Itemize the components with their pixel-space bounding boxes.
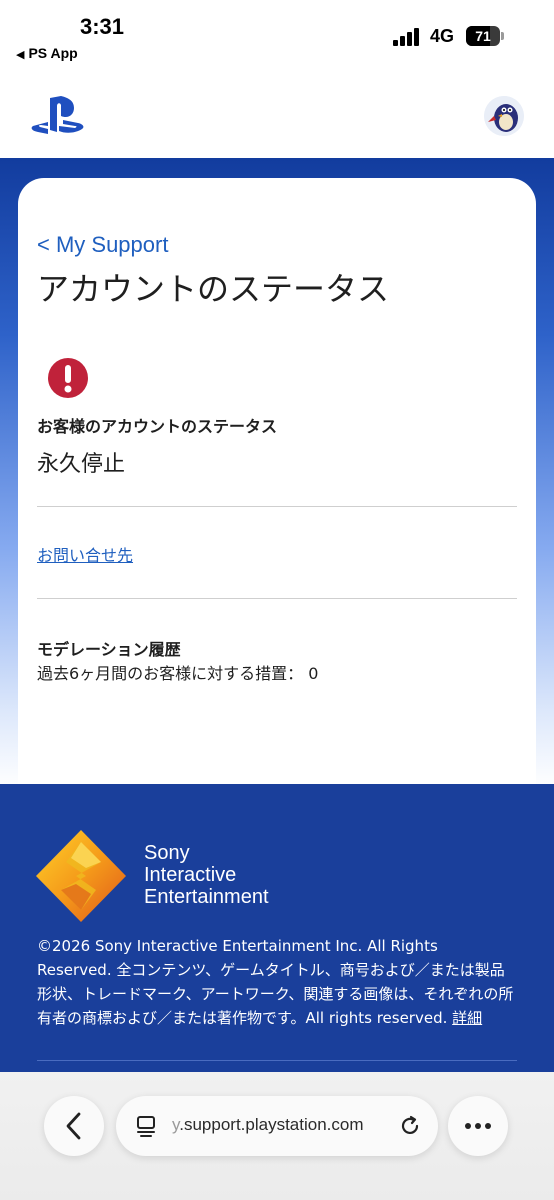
sie-line-3: Entertainment	[144, 886, 269, 908]
divider	[37, 598, 517, 599]
account-status-label: お客様のアカウントのステータス	[37, 417, 278, 436]
details-link[interactable]: 詳細	[452, 1009, 482, 1027]
url-host: .support.playstation.com	[179, 1115, 364, 1134]
moderation-history-title: モデレーション履歴	[37, 640, 181, 659]
site-footer: Sony Interactive Entertainment ©2026 Son…	[0, 784, 554, 1080]
battery-icon: 71	[466, 26, 500, 46]
breadcrumb-my-support[interactable]: < My Support	[37, 232, 168, 258]
sie-line-1: Sony	[144, 842, 190, 864]
sie-line-2: Interactive	[144, 864, 237, 886]
url-display: y.support.playstation.com	[172, 1115, 364, 1135]
battery-cap	[501, 32, 504, 40]
site-header	[0, 74, 554, 158]
back-app-label: PS App	[28, 45, 78, 61]
status-bar: 3:31 ◀ PS App 4G 71	[0, 0, 554, 74]
back-triangle-icon: ◀	[16, 49, 25, 61]
page-title: アカウントのステータス	[37, 270, 390, 308]
browser-back-button[interactable]	[44, 1096, 104, 1156]
divider	[37, 506, 517, 507]
chevron-left-icon	[66, 1112, 81, 1140]
footer-divider	[37, 1060, 517, 1061]
moderation-history-text: 過去6ヶ月間のお客様に対する措置： 0	[37, 664, 319, 683]
sie-logo-icon	[36, 830, 126, 927]
sie-wordmark: Sony Interactive Entertainment	[144, 842, 269, 908]
battery-percent: 71	[475, 28, 491, 44]
copyright-text: ©2026 Sony Interactive Entertainment Inc…	[37, 934, 515, 1030]
network-type: 4G	[430, 26, 455, 46]
cellular-signal-icon	[393, 28, 421, 46]
playstation-logo-icon[interactable]	[30, 96, 84, 141]
alert-icon	[47, 357, 89, 399]
page-menu-icon[interactable]	[136, 1115, 158, 1137]
address-bar[interactable]: y.support.playstation.com	[116, 1096, 438, 1156]
reload-icon[interactable]	[398, 1114, 422, 1138]
clock: 3:31	[80, 14, 125, 39]
browser-more-button[interactable]	[448, 1096, 508, 1156]
copyright-body: ©2026 Sony Interactive Entertainment Inc…	[37, 937, 514, 1027]
back-to-app-button[interactable]: ◀ PS App	[16, 45, 78, 61]
user-avatar-icon[interactable]	[484, 96, 524, 136]
account-status-value: 永久停止	[37, 452, 126, 477]
contact-link[interactable]: お問い合せ先	[37, 542, 133, 566]
more-dots-icon	[465, 1123, 491, 1129]
browser-toolbar: y.support.playstation.com	[0, 1072, 554, 1200]
